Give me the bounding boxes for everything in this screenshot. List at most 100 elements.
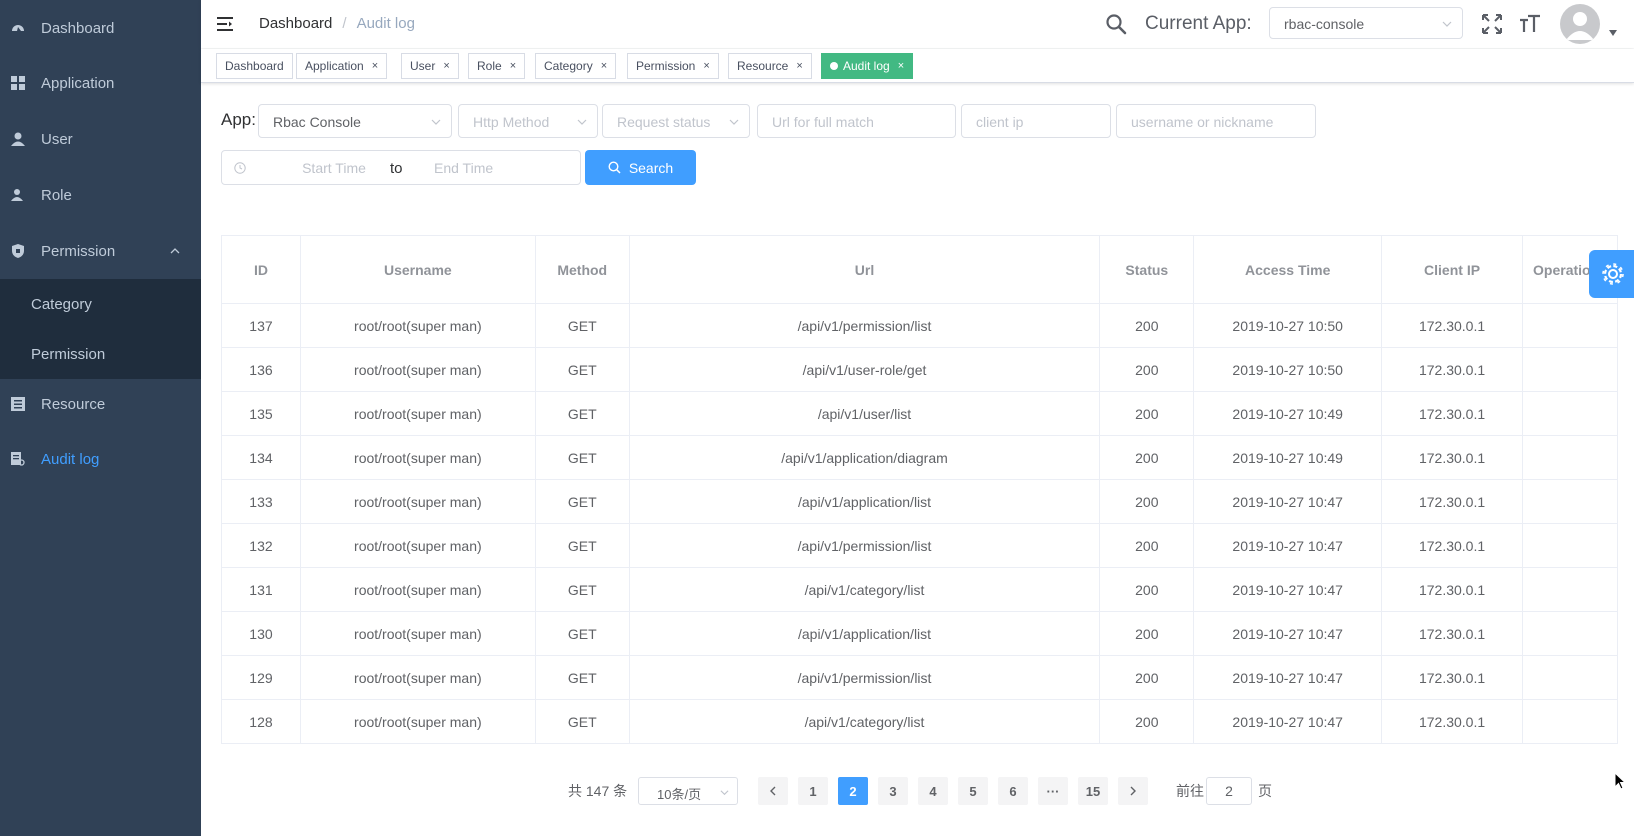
sidebar-item-resource[interactable]: Resource — [0, 376, 201, 432]
col-header-id[interactable]: ID — [221, 235, 301, 304]
caret-down-icon[interactable] — [1609, 30, 1617, 36]
sidebar-item-audit-log[interactable]: Audit log — [0, 431, 201, 487]
col-header-method[interactable]: Method — [534, 235, 630, 304]
sidebar-item-dashboard[interactable]: Dashboard — [0, 0, 201, 56]
sidebar-item-role[interactable]: Role — [0, 167, 201, 223]
page-button-5[interactable]: 5 — [958, 777, 988, 805]
chevron-right-icon — [1130, 786, 1136, 796]
hamburger-icon[interactable] — [217, 15, 235, 33]
cell-username: root/root(super man) — [299, 611, 536, 656]
col-header-url[interactable]: Url — [628, 235, 1101, 304]
page-size-select[interactable]: 10条/页 — [638, 777, 738, 805]
tag-permission[interactable]: Permission × — [627, 53, 719, 79]
prev-page-button[interactable] — [758, 777, 788, 805]
close-icon[interactable]: × — [372, 60, 378, 72]
app-filter-select[interactable]: Rbac Console — [258, 104, 452, 138]
cell-status: 200 — [1099, 347, 1195, 392]
page-button-1[interactable]: 1 — [798, 777, 828, 805]
cell-access-time: 2019-10-27 10:49 — [1193, 435, 1383, 480]
cell-method: GET — [534, 567, 630, 612]
font-size-icon[interactable] — [1519, 14, 1541, 34]
cell-access-time: 2019-10-27 10:47 — [1193, 611, 1383, 656]
sidebar-item-category[interactable]: Category — [0, 279, 201, 329]
date-range-picker[interactable]: Start Time to End Time — [221, 150, 581, 185]
col-header-username[interactable]: Username — [299, 235, 536, 304]
settings-panel-button[interactable] — [1589, 250, 1634, 298]
page-size-value: 10条/页 — [657, 787, 702, 802]
page-button-4[interactable]: 4 — [918, 777, 948, 805]
start-time-placeholder[interactable]: Start Time — [284, 160, 384, 176]
username-input[interactable]: username or nickname — [1116, 104, 1316, 138]
tag-dashboard[interactable]: Dashboard — [216, 53, 293, 79]
cell-client-ip: 172.30.0.1 — [1381, 567, 1524, 612]
close-icon[interactable]: × — [443, 60, 449, 72]
sidebar-item-user[interactable]: User — [0, 111, 201, 167]
search-icon[interactable] — [1105, 13, 1127, 35]
page-button-15[interactable]: 15 — [1078, 777, 1108, 805]
close-icon[interactable]: × — [898, 60, 904, 72]
cell-username: root/root(super man) — [299, 655, 536, 700]
fullscreen-icon[interactable] — [1482, 14, 1502, 34]
cell-status: 200 — [1099, 523, 1195, 568]
tag-application[interactable]: Application × — [296, 53, 388, 79]
close-icon[interactable]: × — [510, 60, 516, 72]
cell-operations — [1522, 567, 1618, 612]
tag-category[interactable]: Category × — [535, 53, 617, 79]
avatar[interactable] — [1560, 4, 1600, 44]
cell-username: root/root(super man) — [299, 523, 536, 568]
tag-label: Resource — [737, 59, 789, 73]
close-icon[interactable]: × — [796, 60, 802, 72]
tag-role[interactable]: Role × — [468, 53, 526, 79]
cell-access-time: 2019-10-27 10:47 — [1193, 655, 1383, 700]
search-button-label: Search — [628, 159, 674, 176]
tag-audit-log[interactable]: Audit log × — [821, 53, 914, 79]
search-icon — [608, 161, 621, 174]
search-button[interactable]: Search — [585, 150, 696, 185]
cell-url: /api/v1/user-role/get — [628, 347, 1101, 392]
sidebar-item-permission-sub[interactable]: Permission — [0, 329, 201, 379]
dashboard-icon — [11, 21, 25, 35]
end-time-placeholder[interactable]: End Time — [434, 160, 493, 176]
cell-status: 200 — [1099, 435, 1195, 480]
next-page-button[interactable] — [1118, 777, 1148, 805]
cell-access-time: 2019-10-27 10:47 — [1193, 523, 1383, 568]
cell-id: 129 — [221, 655, 301, 700]
close-icon[interactable]: × — [601, 60, 607, 72]
goto-page-input[interactable]: 2 — [1206, 777, 1252, 805]
page-button-2[interactable]: 2 — [838, 777, 868, 805]
cell-client-ip: 172.30.0.1 — [1381, 391, 1524, 436]
cell-status: 200 — [1099, 655, 1195, 700]
cell-username: root/root(super man) — [299, 567, 536, 612]
cell-status: 200 — [1099, 611, 1195, 656]
request-status-select[interactable]: Request status — [602, 104, 750, 138]
cell-status: 200 — [1099, 567, 1195, 612]
cell-method: GET — [534, 303, 630, 348]
sidebar-item-label: User — [41, 130, 73, 148]
chevron-up-icon — [170, 248, 180, 254]
permission-submenu: Category Permission — [0, 279, 201, 379]
col-header-client-ip[interactable]: Client IP — [1381, 235, 1524, 304]
client-ip-placeholder: client ip — [976, 114, 1024, 130]
cell-username: root/root(super man) — [299, 303, 536, 348]
cell-id: 131 — [221, 567, 301, 612]
cell-url: /api/v1/application/diagram — [628, 435, 1101, 480]
col-header-access-time[interactable]: Access Time — [1193, 235, 1383, 304]
cell-method: GET — [534, 435, 630, 480]
tag-resource[interactable]: Resource × — [728, 53, 812, 79]
page-button-3[interactable]: 3 — [878, 777, 908, 805]
cell-url: /api/v1/user/list — [628, 391, 1101, 436]
tag-user[interactable]: User × — [401, 53, 459, 79]
url-input[interactable]: Url for full match — [757, 104, 956, 138]
client-ip-input[interactable]: client ip — [961, 104, 1111, 138]
page-button-6[interactable]: 6 — [998, 777, 1028, 805]
page-ellipsis-button[interactable]: ··· — [1038, 777, 1068, 805]
close-icon[interactable]: × — [703, 60, 709, 72]
col-header-status[interactable]: Status — [1099, 235, 1195, 304]
breadcrumb-dashboard[interactable]: Dashboard — [259, 15, 332, 32]
current-app-select[interactable]: rbac-console — [1269, 7, 1463, 39]
avatar-user-icon — [1566, 12, 1594, 40]
cell-access-time: 2019-10-27 10:50 — [1193, 303, 1383, 348]
sidebar-item-application[interactable]: Application — [0, 55, 201, 111]
sidebar-item-permission[interactable]: Permission — [0, 223, 201, 279]
http-method-select[interactable]: Http Method — [458, 104, 598, 138]
